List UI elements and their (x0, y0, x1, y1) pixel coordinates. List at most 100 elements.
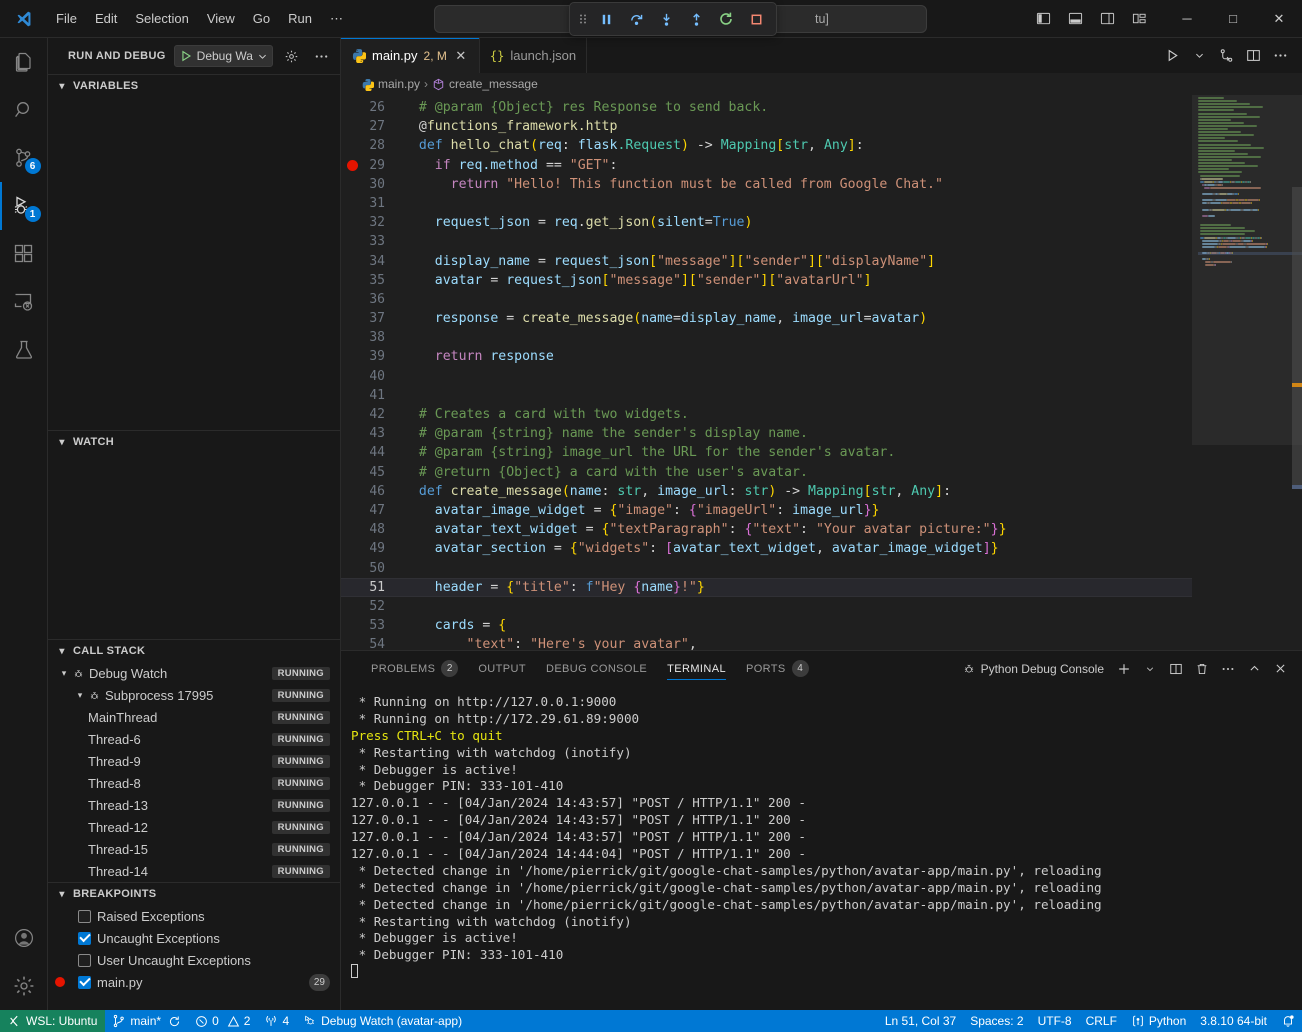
menu-view[interactable]: View (199, 6, 243, 32)
status-language-mode[interactable]: Python (1124, 1010, 1193, 1032)
terminal-profile-chevron-icon[interactable] (1138, 657, 1162, 681)
run-options-chevron-icon[interactable] (1187, 44, 1211, 68)
status-encoding[interactable]: UTF-8 (1031, 1010, 1079, 1032)
line-number[interactable]: 43 (341, 424, 403, 443)
breakpoint-checkbox[interactable] (78, 932, 91, 945)
code-line[interactable]: 28 def hello_chat(req: flask.Request) ->… (341, 136, 1192, 155)
toggle-primary-sidebar-icon[interactable] (1030, 6, 1056, 32)
menu-go[interactable]: Go (245, 6, 278, 32)
line-number[interactable]: 45 (341, 463, 403, 482)
line-number[interactable]: 53 (341, 616, 403, 635)
split-terminal-icon[interactable] (1164, 657, 1188, 681)
panel-tab-output[interactable]: OUTPUT (468, 651, 536, 686)
code-line[interactable]: 29 if req.method == "GET": (341, 156, 1192, 175)
code-line[interactable]: 26 # @param {Object} res Response to sen… (341, 98, 1192, 117)
variables-section-header[interactable]: ▾ VARIABLES (48, 75, 340, 97)
code-line[interactable]: 34 display_name = request_json["message"… (341, 252, 1192, 271)
call-stack-row[interactable]: Thread-8RUNNING (48, 772, 340, 794)
code-line[interactable]: 36 (341, 290, 1192, 309)
status-problems[interactable]: 0 2 (188, 1010, 257, 1032)
code-line[interactable]: 47 avatar_image_widget = {"image": {"ima… (341, 501, 1192, 520)
status-python-interpreter[interactable]: 3.8.10 64-bit (1193, 1010, 1274, 1032)
maximize-button[interactable]: □ (1210, 0, 1256, 38)
code-line[interactable]: 50 (341, 559, 1192, 578)
code-line[interactable]: 43 # @param {string} name the sender's d… (341, 424, 1192, 443)
line-number[interactable]: 27 (341, 117, 403, 136)
code-editor[interactable]: 26 # @param {Object} res Response to sen… (341, 95, 1302, 650)
line-number[interactable]: 32 (341, 213, 403, 232)
code-line[interactable]: 46 def create_message(name: str, image_u… (341, 482, 1192, 501)
line-number[interactable]: 26 (341, 98, 403, 117)
activity-source-control[interactable]: 6 (0, 134, 48, 182)
panel-more-actions-icon[interactable] (1216, 657, 1240, 681)
panel-tab-debug-console[interactable]: DEBUG CONSOLE (536, 651, 657, 686)
code-line[interactable]: 54 "text": "Here's your avatar", (341, 635, 1192, 650)
minimap[interactable] (1192, 95, 1302, 650)
line-number[interactable]: 34 (341, 252, 403, 271)
line-number[interactable]: 49 (341, 539, 403, 558)
editor-scrollbar[interactable] (1292, 95, 1302, 650)
line-number[interactable]: 33 (341, 232, 403, 251)
debug-step-out-button[interactable] (682, 6, 710, 32)
activity-explorer[interactable] (0, 38, 48, 86)
call-stack-row[interactable]: Thread-9RUNNING (48, 750, 340, 772)
activity-remote-explorer[interactable] (0, 278, 48, 326)
code-line[interactable]: 41 (341, 386, 1192, 405)
breakpoint-checkbox[interactable] (78, 954, 91, 967)
code-line[interactable]: 53 cards = { (341, 616, 1192, 635)
maximize-panel-icon[interactable] (1242, 657, 1266, 681)
panel-tab-terminal[interactable]: TERMINAL (657, 651, 736, 686)
call-stack-row[interactable]: Thread-15RUNNING (48, 838, 340, 860)
menu-file[interactable]: File (48, 6, 85, 32)
code-line[interactable]: 42 # Creates a card with two widgets. (341, 405, 1192, 424)
status-debug-session[interactable]: Debug Watch (avatar-app) (296, 1010, 469, 1032)
panel-tab-problems[interactable]: PROBLEMS 2 (361, 651, 468, 686)
code-line[interactable]: 51 header = {"title": f"Hey {name}!"} (341, 578, 1192, 597)
code-line[interactable]: 40 (341, 367, 1192, 386)
minimap-slider[interactable] (1192, 95, 1302, 445)
code-line[interactable]: 33 (341, 232, 1192, 251)
debug-step-into-button[interactable] (652, 6, 680, 32)
line-number[interactable]: 37 (341, 309, 403, 328)
line-number[interactable]: 39 (341, 347, 403, 366)
close-panel-icon[interactable] (1268, 657, 1292, 681)
debug-stop-button[interactable] (742, 6, 770, 32)
line-number[interactable]: 44 (341, 443, 403, 462)
breakpoint-checkbox[interactable] (78, 976, 91, 989)
line-number[interactable]: 40 (341, 367, 403, 386)
line-number[interactable]: 41 (341, 386, 403, 405)
status-eol[interactable]: CRLF (1079, 1010, 1124, 1032)
code-line[interactable]: 39 return response (341, 347, 1192, 366)
minimize-button[interactable]: ─ (1164, 0, 1210, 38)
breakpoint-glyph-icon[interactable] (347, 160, 358, 171)
scrollbar-thumb[interactable] (1292, 187, 1302, 487)
call-stack-section-header[interactable]: ▾ CALL STACK (48, 640, 340, 662)
tab-close-icon[interactable]: ✕ (453, 48, 469, 64)
breakpoint-row[interactable]: User Uncaught Exceptions (48, 949, 340, 971)
terminal-output[interactable]: * Running on http://127.0.0.1:9000 * Run… (341, 686, 1302, 1010)
code-line[interactable]: 27 @functions_framework.http (341, 117, 1192, 136)
activity-search[interactable] (0, 86, 48, 134)
activity-run-and-debug[interactable]: 1 (0, 182, 48, 230)
tab-main-py[interactable]: main.py 2, M ✕ (341, 38, 480, 73)
line-number[interactable]: 29 (341, 156, 403, 175)
status-ports[interactable]: 4 (257, 1010, 296, 1032)
breadcrumb-symbol[interactable]: create_message (449, 77, 538, 91)
code-line[interactable]: 32 request_json = req.get_json(silent=Tr… (341, 213, 1192, 232)
debug-pause-button[interactable] (592, 6, 620, 32)
sidebar-more-actions-icon[interactable] (310, 45, 332, 67)
line-number[interactable]: 31 (341, 194, 403, 213)
breakpoint-row[interactable]: Uncaught Exceptions (48, 927, 340, 949)
call-stack-row[interactable]: MainThreadRUNNING (48, 706, 340, 728)
watch-section-header[interactable]: ▾ WATCH (48, 431, 340, 453)
split-editor-icon[interactable] (1241, 44, 1265, 68)
line-number[interactable]: 35 (341, 271, 403, 290)
source-control-compare-icon[interactable] (1214, 44, 1238, 68)
run-python-file-icon[interactable] (1160, 44, 1184, 68)
panel-tab-ports[interactable]: PORTS 4 (736, 651, 819, 686)
activity-manage-settings[interactable] (0, 962, 48, 1010)
call-stack-row[interactable]: ▾Debug WatchRUNNING (48, 662, 340, 684)
code-line[interactable]: 48 avatar_text_widget = {"textParagraph"… (341, 520, 1192, 539)
code-line[interactable]: 35 avatar = request_json["message"]["sen… (341, 271, 1192, 290)
code-line[interactable]: 44 # @param {string} image_url the URL f… (341, 443, 1192, 462)
